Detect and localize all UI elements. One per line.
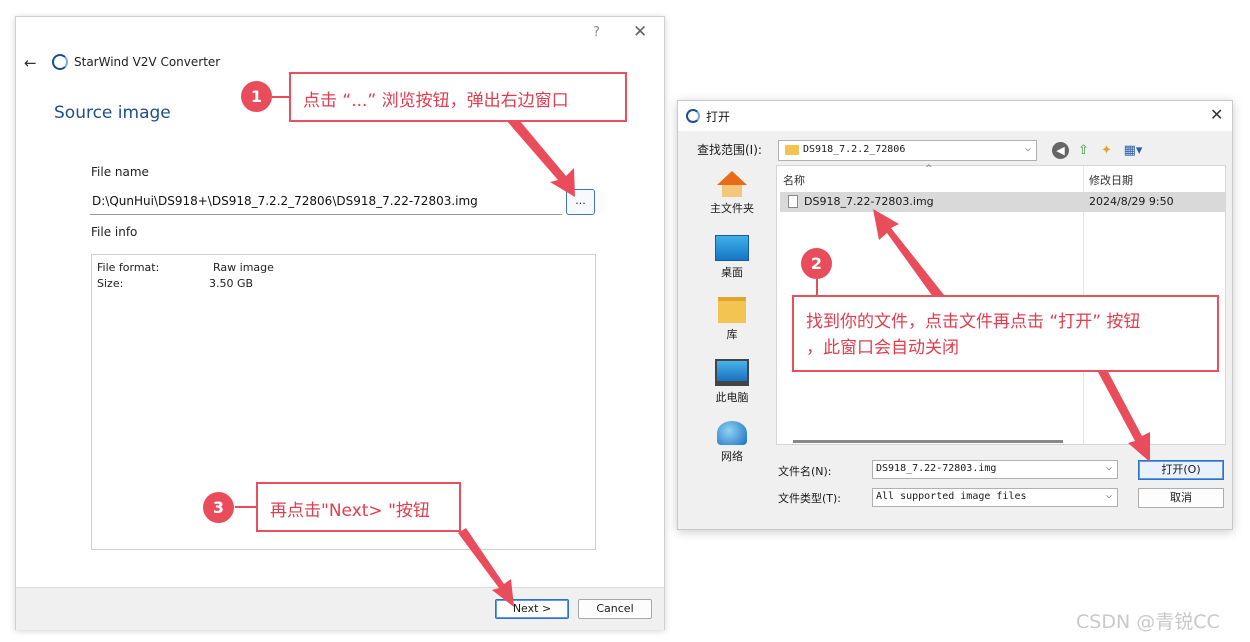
size-key: Size: <box>97 277 124 290</box>
step-3-badge: 3 <box>203 492 234 523</box>
place-label: 主文件夹 <box>710 202 754 215</box>
size-value: 3.50 GB <box>209 277 254 290</box>
step-2-badge: 2 <box>801 248 832 279</box>
step-1-callout: 点击 “...” 浏览按钮，弹出右边窗口 <box>289 72 627 122</box>
file-format-key: File format: <box>97 261 160 274</box>
network-icon <box>717 421 747 445</box>
step-1-badge: 1 <box>241 81 272 112</box>
back-arrow-icon[interactable]: ← <box>24 54 37 72</box>
app-title: StarWind V2V Converter <box>74 55 221 69</box>
filename-value: DS918_7.22-72803.img <box>876 463 997 474</box>
library-icon <box>718 297 746 323</box>
place-network[interactable]: 网络 <box>688 421 776 464</box>
section-title: Source image <box>54 103 171 123</box>
place-label: 库 <box>726 328 738 341</box>
file-name: DS918_7.22-72803.img <box>804 195 934 208</box>
app-icon <box>686 109 700 123</box>
desktop-icon <box>715 235 749 261</box>
place-label: 此电脑 <box>715 391 749 404</box>
chevron-down-icon: ⌵ <box>1105 490 1112 501</box>
filetype-value: All supported image files <box>876 491 1027 502</box>
place-label: 桌面 <box>721 266 743 279</box>
column-header-name[interactable]: 名称 <box>783 172 805 188</box>
help-button[interactable]: ? <box>593 25 600 40</box>
chevron-down-icon: ⌵ <box>1024 143 1031 154</box>
dialog-titlebar: 打开 ✕ <box>678 101 1232 131</box>
dialog-cancel-button[interactable]: 取消 <box>1138 488 1224 508</box>
next-button[interactable]: Next > <box>495 599 569 619</box>
file-info-label: File info <box>91 225 138 239</box>
horizontal-scrollbar[interactable] <box>793 440 1063 443</box>
column-header-modified[interactable]: 修改日期 <box>1089 172 1133 188</box>
file-row[interactable]: DS918_7.22-72803.img 2024/8/29 9:50 <box>780 192 1226 212</box>
step-3-text: 再点击"Next> "按钮 <box>270 501 430 521</box>
place-label: 网络 <box>721 450 743 463</box>
filename-input[interactable]: DS918_7.22-72803.img ⌵ <box>872 460 1118 479</box>
open-button[interactable]: 打开(O) <box>1138 460 1224 480</box>
browse-button[interactable]: ... <box>566 189 595 215</box>
view-menu-icon[interactable]: ▦▾ <box>1122 142 1144 159</box>
step-2-callout: 找到你的文件，点击文件再点击 “打开” 按钮 ，此窗口会自动关闭 <box>792 295 1219 372</box>
look-in-value: DS918_7.2.2_72806 <box>803 144 906 155</box>
cancel-button[interactable]: Cancel <box>578 599 652 619</box>
starwind-logo-icon <box>52 54 68 70</box>
folder-icon <box>785 145 799 155</box>
file-format-value: Raw image <box>213 261 274 274</box>
home-icon <box>717 171 747 185</box>
new-folder-icon[interactable]: ✦ <box>1098 142 1115 159</box>
close-icon[interactable]: ✕ <box>633 22 647 42</box>
places-bar: 主文件夹 桌面 库 此电脑 网络 <box>688 165 776 495</box>
place-computer[interactable]: 此电脑 <box>688 359 776 405</box>
up-folder-icon[interactable]: ⇧ <box>1075 142 1092 159</box>
file-path-input[interactable] <box>90 188 562 215</box>
filename-label: 文件名(N): <box>778 465 832 478</box>
look-in-select[interactable]: DS918_7.2.2_72806 ⌵ <box>778 140 1037 161</box>
dialog-title: 打开 <box>706 110 731 124</box>
place-library[interactable]: 库 <box>688 297 776 342</box>
step-2-text-line-2: ，此窗口会自动关闭 <box>806 338 959 358</box>
step-3-callout: 再点击"Next> "按钮 <box>256 482 461 532</box>
wizard-footer: Next > Cancel <box>16 587 664 630</box>
back-icon[interactable]: ◀ <box>1052 142 1069 159</box>
watermark: CSDN @青锐CC <box>1076 611 1220 633</box>
sort-indicator-icon: ^ <box>925 164 933 174</box>
filetype-label: 文件类型(T): <box>778 492 842 505</box>
step-1-text: 点击 “...” 浏览按钮，弹出右边窗口 <box>303 91 569 111</box>
place-desktop[interactable]: 桌面 <box>688 235 776 280</box>
file-modified: 2024/8/29 9:50 <box>1089 195 1174 208</box>
filetype-select[interactable]: All supported image files ⌵ <box>872 488 1118 507</box>
step-2-text-line-1: 找到你的文件，点击文件再点击 “打开” 按钮 <box>806 312 1141 332</box>
file-icon <box>788 195 798 208</box>
place-home[interactable]: 主文件夹 <box>688 171 776 216</box>
file-name-label: File name <box>91 165 149 179</box>
chevron-down-icon: ⌵ <box>1105 462 1112 473</box>
close-icon[interactable]: ✕ <box>1210 105 1223 124</box>
computer-icon <box>715 359 749 386</box>
look-in-label: 查找范围(I): <box>697 143 762 157</box>
